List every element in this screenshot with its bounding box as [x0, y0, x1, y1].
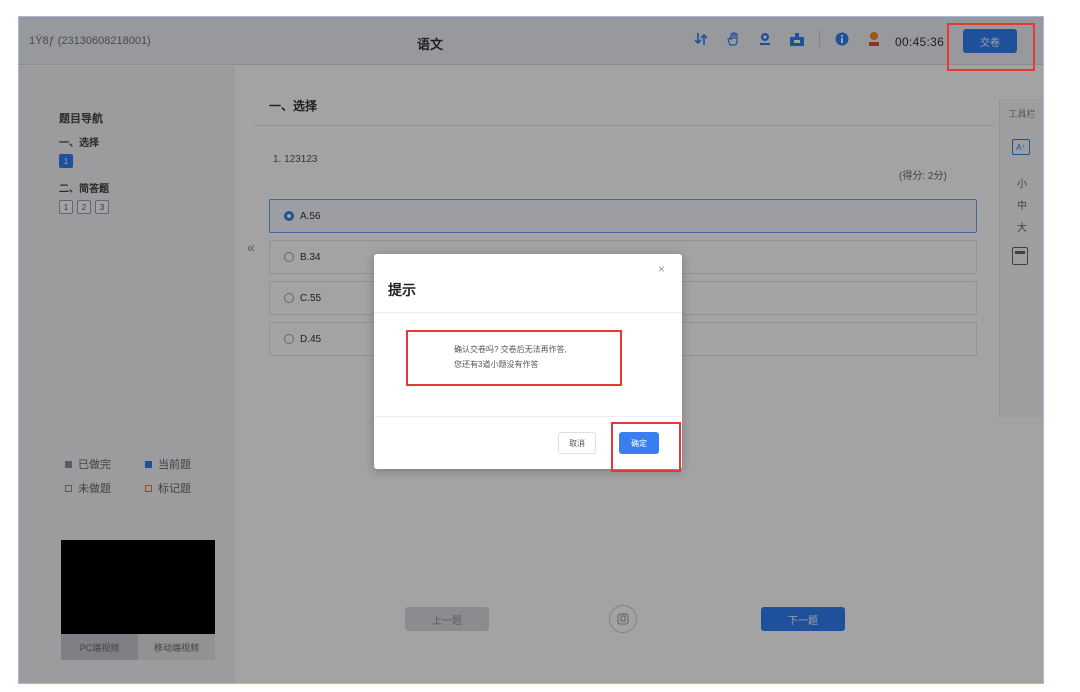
dialog-divider [374, 416, 682, 417]
exam-window: 1Ÿ8ƒ (23130608218001) 语文 00:45:36 交卷 题目导… [18, 16, 1044, 684]
dialog-message: 确认交卷吗? 交卷后无法再作答, 您还有3道小题没有作答 [406, 330, 622, 386]
close-icon[interactable]: × [658, 262, 665, 276]
submit-highlight-box [947, 23, 1035, 71]
confirm-dialog: × 提示 确认交卷吗? 交卷后无法再作答, 您还有3道小题没有作答 取消 确定 [374, 254, 682, 472]
confirm-highlight-box [611, 422, 681, 472]
dialog-divider [374, 312, 682, 313]
cancel-button[interactable]: 取消 [558, 432, 596, 454]
dialog-message-line1: 确认交卷吗? 交卷后无法再作答, [454, 345, 567, 354]
dialog-title: 提示 [388, 282, 416, 298]
dialog-message-line2: 您还有3道小题没有作答 [454, 360, 539, 369]
